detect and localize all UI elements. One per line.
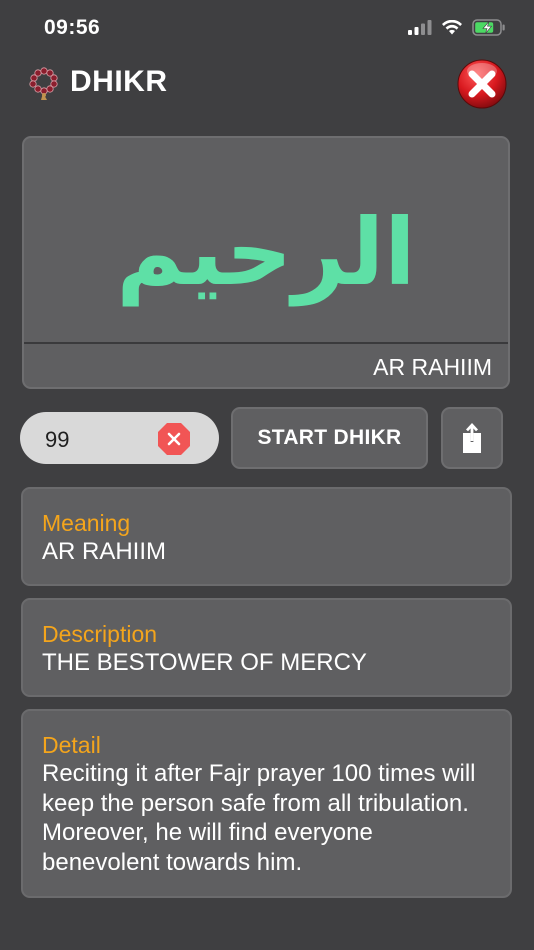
battery-charging-icon: [472, 19, 505, 36]
detail-value: Reciting it after Fajr prayer 100 times …: [42, 760, 476, 876]
status-bar: 09:56: [0, 0, 534, 56]
app-title: DHIKR: [70, 65, 168, 98]
close-button[interactable]: [456, 58, 508, 110]
detail-card: Detail Reciting it after Fajr prayer 100…: [21, 709, 512, 898]
description-label: Description: [42, 621, 158, 647]
wifi-icon: [442, 19, 462, 34]
controls-row: 99 START DHIKR: [0, 407, 534, 471]
transliteration: AR RAHIIM: [373, 354, 492, 380]
meaning-value: AR RAHIIM: [42, 538, 167, 565]
clear-button[interactable]: [157, 422, 191, 456]
description-value: THE BESTOWER OF MERCY: [42, 649, 367, 676]
signal-icon: [408, 20, 432, 35]
divider: [24, 342, 508, 344]
arabic-name: الرحيم: [116, 198, 416, 306]
detail-label: Detail: [42, 732, 101, 758]
start-dhikr-button[interactable]: START DHIKR: [231, 407, 428, 469]
count-input[interactable]: 99: [20, 412, 219, 464]
header: DHIKR: [0, 56, 534, 114]
share-icon: [463, 423, 481, 453]
meaning-card: Meaning AR RAHIIM: [21, 487, 512, 586]
status-time: 09:56: [44, 16, 101, 39]
arabic-display: الرحيم: [24, 138, 508, 342]
arabic-name-card: الرحيم AR RAHIIM: [22, 136, 510, 389]
description-card: Description THE BESTOWER OF MERCY: [21, 598, 512, 697]
meaning-label: Meaning: [42, 510, 131, 536]
count-value[interactable]: 99: [45, 427, 69, 453]
status-icons: [408, 19, 506, 36]
share-button[interactable]: [441, 407, 503, 469]
prayer-beads-icon: [29, 67, 58, 100]
